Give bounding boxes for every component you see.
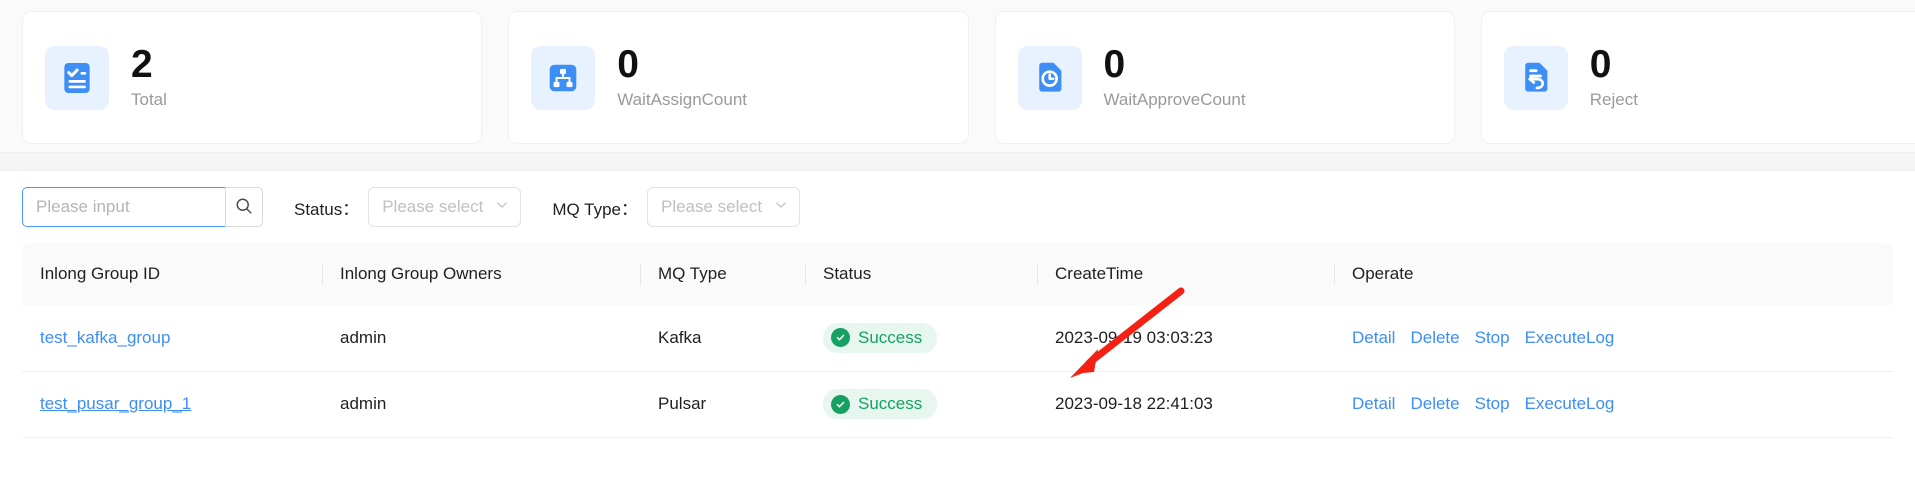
table-row: test_pusar_group_1 admin Pulsar Success [22,371,1893,437]
operate-links: Detail Delete Stop ExecuteLog [1352,394,1875,414]
group-id-link[interactable]: test_kafka_group [40,328,170,347]
stat-value: 0 [617,45,747,86]
page-root: 2 Total 0 WaitAssignCount [0,0,1915,504]
status-select-placeholder: Please select [382,197,483,217]
cell-mq-type: Pulsar [640,371,805,437]
table-header-row: Inlong Group ID Inlong Group Owners MQ T… [22,243,1893,305]
column-header-create-time[interactable]: CreateTime [1037,243,1334,305]
search-button[interactable] [225,187,263,227]
mq-type-filter-label: MQ Type： [552,195,638,220]
column-header-mq-type[interactable]: MQ Type [640,243,805,305]
chevron-down-icon [495,198,509,217]
hierarchy-icon [531,46,595,110]
cell-mq-type: Kafka [640,305,805,371]
stat-value: 0 [1590,45,1638,86]
check-circle-icon [831,328,850,347]
search-group [22,187,263,227]
column-header-group-id[interactable]: Inlong Group ID [22,243,322,305]
search-icon [235,197,253,218]
cell-group-id: test_pusar_group_1 [22,371,322,437]
stats-strip: 2 Total 0 WaitAssignCount [0,0,1915,152]
status-filter-label: Status： [294,195,359,220]
status-badge-label: Success [858,394,922,414]
stop-link[interactable]: Stop [1475,394,1510,414]
stat-text: 0 Reject [1590,45,1638,110]
stat-card-total: 2 Total [22,11,482,144]
delete-link[interactable]: Delete [1410,328,1459,348]
cell-operate: Detail Delete Stop ExecuteLog [1334,305,1893,371]
group-id-link[interactable]: test_pusar_group_1 [40,394,191,413]
stat-label: WaitAssignCount [617,90,747,110]
cell-group-owners: admin [322,371,640,437]
table-row: test_kafka_group admin Kafka Success [22,305,1893,371]
stat-label: Total [131,90,167,110]
cell-status: Success [805,371,1037,437]
cell-group-id: test_kafka_group [22,305,322,371]
table-body: test_kafka_group admin Kafka Success [22,305,1893,437]
mq-type-select-placeholder: Please select [661,197,762,217]
status-select[interactable]: Please select [368,187,521,227]
column-header-group-owners[interactable]: Inlong Group Owners [322,243,640,305]
stat-card-reject: 0 Reject [1481,11,1915,144]
cell-create-time: 2023-09-18 22:41:03 [1037,371,1334,437]
checklist-document-icon [45,46,109,110]
mq-type-select[interactable]: Please select [647,187,800,227]
status-badge: Success [823,389,937,419]
stop-link[interactable]: Stop [1475,328,1510,348]
search-input[interactable] [22,187,225,227]
column-header-operate[interactable]: Operate [1334,243,1893,305]
stat-value: 0 [1104,45,1246,86]
detail-link[interactable]: Detail [1352,394,1395,414]
stat-label: Reject [1590,90,1638,110]
detail-link[interactable]: Detail [1352,328,1395,348]
stat-value: 2 [131,45,167,86]
cell-status: Success [805,305,1037,371]
operate-links: Detail Delete Stop ExecuteLog [1352,328,1875,348]
chevron-down-icon [774,198,788,217]
stat-text: 0 WaitAssignCount [617,45,747,110]
check-circle-icon [831,395,850,414]
inlong-group-table: Inlong Group ID Inlong Group Owners MQ T… [22,243,1893,438]
stat-card-wait-approve: 0 WaitApproveCount [995,11,1455,144]
column-header-status[interactable]: Status [805,243,1037,305]
content-panel: Status： Please select MQ Type： Please se… [0,171,1915,438]
stat-card-wait-assign: 0 WaitAssignCount [508,11,968,144]
execute-log-link[interactable]: ExecuteLog [1525,394,1615,414]
document-clock-icon [1018,46,1082,110]
table-head: Inlong Group ID Inlong Group Owners MQ T… [22,243,1893,305]
status-badge: Success [823,323,937,353]
section-divider [0,152,1915,171]
stat-label: WaitApproveCount [1104,90,1246,110]
stat-text: 2 Total [131,45,167,110]
delete-link[interactable]: Delete [1410,394,1459,414]
document-reply-icon [1504,46,1568,110]
cell-create-time: 2023-09-19 03:03:23 [1037,305,1334,371]
cell-operate: Detail Delete Stop ExecuteLog [1334,371,1893,437]
status-badge-label: Success [858,328,922,348]
stat-text: 0 WaitApproveCount [1104,45,1246,110]
execute-log-link[interactable]: ExecuteLog [1525,328,1615,348]
filter-bar: Status： Please select MQ Type： Please se… [22,171,1893,243]
cell-group-owners: admin [322,305,640,371]
